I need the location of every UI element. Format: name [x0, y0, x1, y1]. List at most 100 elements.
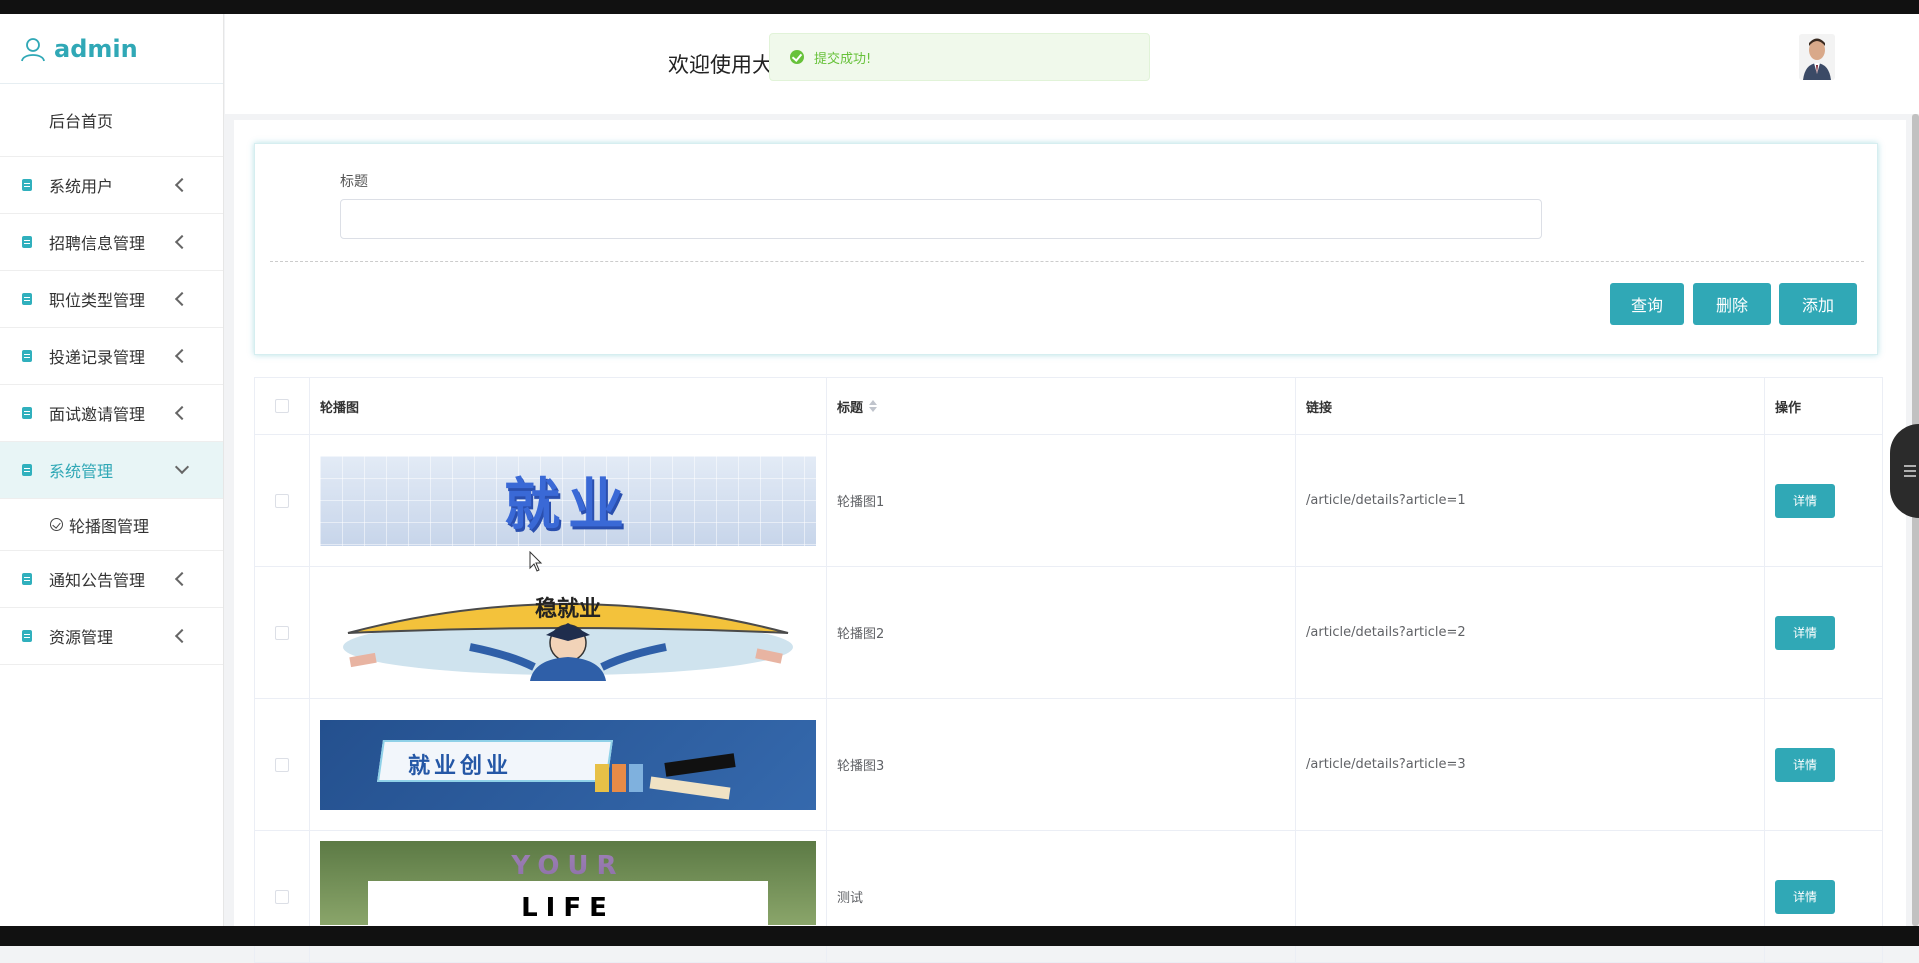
divider	[270, 261, 1864, 262]
row-image-cell: 就业创业	[310, 699, 827, 830]
column-header-title[interactable]: 标题	[827, 378, 1296, 434]
detail-button[interactable]: 详情	[1775, 483, 1835, 518]
row-link: /article/details?article=3	[1296, 699, 1765, 830]
table-row: 就业创业 轮播图3 /article/details?article=3 详情	[254, 699, 1883, 831]
column-header-image: 轮播图	[310, 378, 827, 434]
sidebar-item-label: 通知公告管理	[49, 571, 146, 590]
list-icon	[1904, 465, 1916, 477]
row-checkbox[interactable]	[275, 625, 289, 640]
sidebar-item-label: 系统管理	[49, 462, 114, 481]
user-icon	[21, 37, 45, 61]
row-image-cell: 稳就业	[310, 567, 827, 698]
document-icon	[22, 630, 32, 642]
banner-text: 就业创业	[408, 753, 513, 779]
column-header-title-label: 标题	[837, 400, 864, 416]
detail-button[interactable]: 详情	[1775, 615, 1835, 650]
row-link: /article/details?article=2	[1296, 567, 1765, 698]
add-button[interactable]: 添加	[1779, 283, 1857, 325]
window-top-bar	[0, 0, 1919, 14]
chevron-left-icon	[174, 234, 190, 250]
toast-message: 提交成功!	[814, 51, 872, 67]
document-icon	[22, 293, 32, 305]
sidebar-item-label: 投递记录管理	[49, 348, 146, 367]
sidebar-item-resources[interactable]: 资源管理	[0, 608, 223, 665]
document-icon	[22, 464, 32, 476]
column-header-op: 操作	[1765, 378, 1883, 434]
query-button[interactable]: 查询	[1610, 283, 1684, 325]
detail-button[interactable]: 详情	[1775, 879, 1835, 914]
detail-button[interactable]: 详情	[1775, 747, 1835, 782]
title-filter-input[interactable]	[340, 199, 1542, 239]
brand-name: admin	[54, 34, 138, 63]
banner-text: 就业	[504, 473, 632, 538]
sidebar-subitem-carousel[interactable]: 轮播图管理	[0, 499, 223, 551]
table-header-row: 轮播图 标题 链接 操作	[254, 377, 1883, 435]
chevron-left-icon	[174, 571, 190, 587]
binder-shape	[612, 763, 626, 792]
row-checkbox[interactable]	[275, 757, 289, 772]
banner-text: YOUR LIFE	[511, 851, 625, 923]
check-circle-icon	[790, 50, 804, 64]
chevron-left-icon	[174, 405, 190, 421]
header: 欢迎使用大 提交成功!	[225, 14, 1919, 114]
row-image-cell: 就业	[310, 435, 827, 566]
sidebar-item-applications[interactable]: 投递记录管理	[0, 328, 223, 385]
chevron-left-icon	[174, 177, 190, 193]
carousel-image: YOUR LIFE	[320, 841, 816, 925]
carousel-image: 就业创业	[320, 719, 816, 810]
delete-button[interactable]: 删除	[1693, 283, 1771, 325]
sidebar-item-system-users[interactable]: 系统用户	[0, 157, 223, 214]
table-row: 就业 轮播图1 /article/details?article=1 详情	[254, 435, 1883, 567]
vertical-scrollbar[interactable]	[1912, 114, 1919, 926]
sidebar-item-recruitment[interactable]: 招聘信息管理	[0, 214, 223, 271]
side-drawer-tab[interactable]	[1890, 424, 1919, 518]
row-checkbox[interactable]	[275, 889, 289, 904]
sidebar-item-job-types[interactable]: 职位类型管理	[0, 271, 223, 328]
window-bottom-bar	[0, 926, 1919, 946]
column-header-link: 链接	[1296, 378, 1765, 434]
sidebar-item-label: 面试邀请管理	[49, 405, 146, 424]
select-all-checkbox[interactable]	[275, 399, 289, 413]
row-checkbox[interactable]	[275, 493, 289, 508]
scrollbar-thumb[interactable]	[1912, 114, 1919, 926]
table-row: 稳就业 轮播图2 /article/details?article=2 详情	[254, 567, 1883, 699]
main-content: 标题 查询 删除 添加 轮播图 标题 链接 操作 就业 轮播图1 /articl…	[234, 120, 1906, 963]
sidebar-item-system-management[interactable]: 系统管理	[0, 442, 223, 499]
carousel-image: 稳就业	[320, 584, 816, 681]
row-title: 轮播图3	[827, 699, 1296, 830]
row-check-cell	[254, 699, 310, 830]
chevron-left-icon	[174, 291, 190, 307]
sort-icon[interactable]	[869, 400, 878, 412]
title-filter-label: 标题	[340, 174, 368, 190]
row-op-cell: 详情	[1765, 567, 1883, 698]
check-circle-icon	[50, 518, 63, 531]
row-title: 轮播图1	[827, 435, 1296, 566]
search-panel: 标题 查询 删除 添加	[254, 143, 1878, 355]
graduation-cap-shape	[664, 752, 736, 777]
row-check-cell	[254, 435, 310, 566]
chevron-left-icon	[174, 348, 190, 364]
row-link: /article/details?article=1	[1296, 435, 1765, 566]
row-title: 轮播图2	[827, 567, 1296, 698]
sidebar-item-interviews[interactable]: 面试邀请管理	[0, 385, 223, 442]
diploma-shape	[649, 775, 731, 800]
avatar[interactable]	[1799, 34, 1835, 80]
sidebar-item-home[interactable]: 后台首页	[0, 84, 223, 157]
select-all-cell	[254, 378, 310, 434]
row-op-cell: 详情	[1765, 435, 1883, 566]
banner-text: 稳就业	[534, 596, 601, 622]
document-icon	[22, 179, 32, 191]
carousel-image: 就业	[320, 455, 816, 546]
welcome-text: 欢迎使用大	[668, 53, 773, 77]
sidebar-item-label: 职位类型管理	[49, 291, 146, 310]
row-check-cell	[254, 567, 310, 698]
document-icon	[22, 236, 32, 248]
chevron-down-icon	[174, 459, 190, 475]
mouse-cursor-icon	[529, 551, 543, 572]
brand: admin	[0, 14, 223, 84]
binder-shape	[595, 763, 609, 792]
binder-shape	[629, 763, 643, 792]
sidebar: admin 后台首页 系统用户 招聘信息管理 职位类型管理 投递记录管理 面试邀…	[0, 14, 224, 926]
person-avatar-icon	[1799, 34, 1835, 80]
sidebar-item-notices[interactable]: 通知公告管理	[0, 551, 223, 608]
